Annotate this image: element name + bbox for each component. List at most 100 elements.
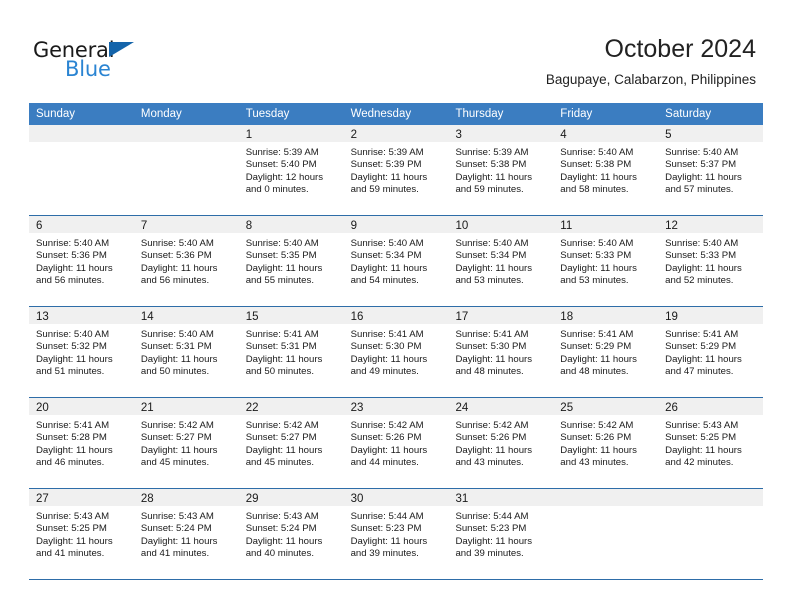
day-info-line: Daylight: 11 hours <box>350 353 428 365</box>
day-info-line: and 59 minutes. <box>455 184 524 196</box>
calendar-day-cell[interactable]: 28 Sunrise: 5:43 AM Sunset: 5:24 PM Dayligh… <box>133 489 239 579</box>
day-number-band: 14 <box>133 307 239 324</box>
calendar-day-cell[interactable]: 17 Sunrise: 5:41 AM Sunset: 5:30 PM Dayligh… <box>448 307 554 397</box>
calendar-day-cell[interactable]: 6 Sunrise: 5:40 AM Sunset: 5:36 PM Daylight… <box>29 216 134 306</box>
day-info-line: Daylight: 11 hours <box>140 262 218 274</box>
calendar-day-cell[interactable]: 10 Sunrise: 5:40 AM Sunset: 5:34 PM Dayligh… <box>448 216 554 306</box>
day-number: 12 <box>665 220 678 232</box>
day-info-line: Sunset: 5:28 PM <box>36 432 107 444</box>
calendar-day-cell[interactable]: 24 Sunrise: 5:42 AM Sunset: 5:26 PM Dayligh… <box>448 398 554 488</box>
calendar-day-cell[interactable]: 31 Sunrise: 5:44 AM Sunset: 5:23 PM Dayligh… <box>448 489 554 579</box>
day-info-line: Daylight: 11 hours <box>665 262 742 274</box>
day-info-line: and 57 minutes. <box>665 184 734 196</box>
calendar-day-cell[interactable]: 26 Sunrise: 5:43 AM Sunset: 5:25 PM Dayligh… <box>658 398 764 488</box>
calendar-day-cell[interactable]: 15 Sunrise: 5:41 AM Sunset: 5:31 PM Dayligh… <box>238 307 344 397</box>
day-sun-info: Sunrise: 5:40 AM Sunset: 5:38 PM Daylight:… <box>553 142 658 197</box>
day-info-line: Daylight: 11 hours <box>665 171 742 183</box>
calendar-empty-cell <box>553 489 659 579</box>
calendar-day-cell[interactable]: 29 Sunrise: 5:43 AM Sunset: 5:24 PM Dayligh… <box>238 489 344 579</box>
day-info-line: and 39 minutes. <box>350 548 419 560</box>
day-info-line: Sunrise: 5:43 AM <box>665 420 739 431</box>
day-info-line: Daylight: 11 hours <box>350 535 428 547</box>
day-info-line: Sunrise: 5:41 AM <box>455 329 529 340</box>
title-block: October 2024 Bagupaye, Calabarzon, Phili… <box>546 34 756 90</box>
calendar-day-cell[interactable]: 20 Sunrise: 5:41 AM Sunset: 5:28 PM Dayligh… <box>29 398 134 488</box>
day-number-band: 22 <box>238 398 344 415</box>
day-info-line: Sunrise: 5:41 AM <box>665 329 739 340</box>
calendar-day-cell[interactable]: 12 Sunrise: 5:40 AM Sunset: 5:33 PM Dayligh… <box>658 216 764 306</box>
calendar-day-cell[interactable]: 2 Sunrise: 5:39 AM Sunset: 5:39 PM Daylight… <box>343 125 449 215</box>
day-info-line: Sunrise: 5:40 AM <box>455 238 529 249</box>
calendar-day-cell[interactable]: 30 Sunrise: 5:44 AM Sunset: 5:23 PM Dayligh… <box>343 489 449 579</box>
day-info-line: and 48 minutes. <box>455 366 524 378</box>
day-number-band <box>133 125 239 142</box>
day-info-line: Sunset: 5:37 PM <box>665 159 737 171</box>
calendar-day-cell[interactable]: 5 Sunrise: 5:40 AM Sunset: 5:37 PM Daylight… <box>658 125 764 215</box>
day-number: 1 <box>245 129 253 141</box>
general-blue-logo[interactable]: General Blue <box>33 38 213 84</box>
calendar-day-cell[interactable]: 16 Sunrise: 5:41 AM Sunset: 5:30 PM Dayligh… <box>343 307 449 397</box>
day-info-line: Daylight: 11 hours <box>665 353 742 365</box>
day-number-band: 23 <box>343 398 449 415</box>
day-info-line: Daylight: 11 hours <box>560 444 637 456</box>
day-info-line: and 48 minutes. <box>560 366 629 378</box>
day-info-line: Sunset: 5:27 PM <box>140 432 212 444</box>
day-sun-info: Sunrise: 5:40 AM Sunset: 5:37 PM Daylight:… <box>658 142 763 197</box>
calendar-day-cell[interactable]: 3 Sunrise: 5:39 AM Sunset: 5:38 PM Daylight… <box>448 125 554 215</box>
calendar-day-cell[interactable]: 21 Sunrise: 5:42 AM Sunset: 5:27 PM Dayligh… <box>133 398 239 488</box>
calendar-day-cell[interactable]: 9 Sunrise: 5:40 AM Sunset: 5:34 PM Daylight… <box>343 216 449 306</box>
day-number: 26 <box>665 402 678 414</box>
calendar-day-cell[interactable]: 23 Sunrise: 5:42 AM Sunset: 5:26 PM Dayligh… <box>343 398 449 488</box>
day-info-line: Daylight: 11 hours <box>245 353 323 365</box>
day-sun-info: Sunrise: 5:43 AM Sunset: 5:25 PM Daylight:… <box>29 506 134 561</box>
day-number-band: 25 <box>553 398 659 415</box>
day-number-band: 11 <box>553 216 659 233</box>
day-number: 13 <box>36 311 49 323</box>
day-number: 9 <box>350 220 357 232</box>
calendar-day-cell[interactable]: 14 Sunrise: 5:40 AM Sunset: 5:31 PM Dayligh… <box>133 307 239 397</box>
calendar-day-cell[interactable]: 11 Sunrise: 5:40 AM Sunset: 5:33 PM Dayligh… <box>553 216 659 306</box>
calendar-day-cell[interactable]: 27 Sunrise: 5:43 AM Sunset: 5:25 PM Dayligh… <box>29 489 134 579</box>
day-number-band: 9 <box>343 216 449 233</box>
day-info-line: Daylight: 11 hours <box>455 535 533 547</box>
calendar-day-cell[interactable]: 19 Sunrise: 5:41 AM Sunset: 5:29 PM Dayligh… <box>658 307 764 397</box>
day-number-band: 26 <box>658 398 764 415</box>
day-number: 2 <box>350 129 357 141</box>
calendar-day-cell[interactable]: 7 Sunrise: 5:40 AM Sunset: 5:36 PM Daylight… <box>133 216 239 306</box>
calendar-day-cell[interactable]: 4 Sunrise: 5:40 AM Sunset: 5:38 PM Daylight… <box>553 125 659 215</box>
day-sun-info: Sunrise: 5:40 AM Sunset: 5:36 PM Daylight:… <box>29 233 134 288</box>
day-info-line: Sunrise: 5:43 AM <box>140 511 214 522</box>
calendar-day-cell[interactable]: 22 Sunrise: 5:42 AM Sunset: 5:27 PM Dayligh… <box>238 398 344 488</box>
day-sun-info: Sunrise: 5:41 AM Sunset: 5:28 PM Daylight:… <box>29 415 134 470</box>
day-info-line: Sunset: 5:34 PM <box>350 250 422 262</box>
day-number: 24 <box>455 402 469 414</box>
day-info-line: Sunrise: 5:44 AM <box>350 511 424 522</box>
day-number-band: 21 <box>133 398 239 415</box>
calendar-day-cell[interactable]: 25 Sunrise: 5:42 AM Sunset: 5:26 PM Dayligh… <box>553 398 659 488</box>
day-info-line: Sunset: 5:40 PM <box>245 159 317 171</box>
day-info-line: Sunrise: 5:41 AM <box>350 329 424 340</box>
day-number: 18 <box>560 311 574 323</box>
day-number: 25 <box>560 402 574 414</box>
day-info-line: Sunrise: 5:40 AM <box>36 238 110 249</box>
day-info-line: Sunrise: 5:41 AM <box>560 329 634 340</box>
day-info-line: Daylight: 11 hours <box>560 171 637 183</box>
day-info-line: Daylight: 11 hours <box>350 262 428 274</box>
day-info-line: Daylight: 11 hours <box>455 262 533 274</box>
day-number-band: 20 <box>29 398 134 415</box>
day-number: 4 <box>560 129 567 141</box>
calendar-day-cell[interactable]: 8 Sunrise: 5:40 AM Sunset: 5:35 PM Daylight… <box>238 216 344 306</box>
day-info-line: and 50 minutes. <box>245 366 314 378</box>
day-info-line: Sunset: 5:36 PM <box>140 250 212 262</box>
day-number: 28 <box>140 493 154 505</box>
page-subtitle: Bagupaye, Calabarzon, Philippines <box>545 72 756 87</box>
day-info-line: Daylight: 11 hours <box>140 444 218 456</box>
day-sun-info: Sunrise: 5:40 AM Sunset: 5:33 PM Daylight:… <box>658 233 763 288</box>
calendar-day-cell[interactable]: 1 Sunrise: 5:39 AM Sunset: 5:40 PM Daylight… <box>238 125 344 215</box>
calendar-day-cell[interactable]: 18 Sunrise: 5:41 AM Sunset: 5:29 PM Dayligh… <box>553 307 659 397</box>
day-number: 31 <box>455 493 469 505</box>
calendar-day-cell[interactable]: 13 Sunrise: 5:40 AM Sunset: 5:32 PM Dayligh… <box>29 307 134 397</box>
day-info-line: Sunset: 5:24 PM <box>245 523 317 535</box>
day-number: 7 <box>140 220 148 232</box>
logo-text-blue: Blue <box>65 57 111 81</box>
